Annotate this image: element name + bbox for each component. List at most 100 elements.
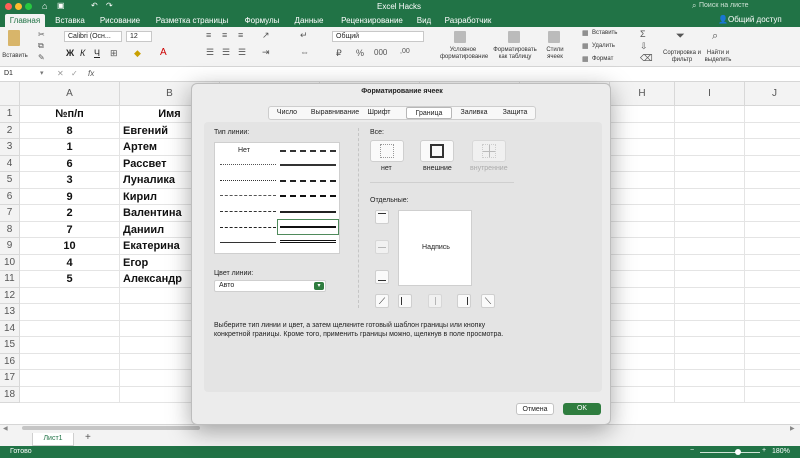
line-style-dash-dot[interactable]: [220, 211, 276, 212]
conditional-format-icon[interactable]: [454, 31, 466, 43]
copy-icon[interactable]: ⧉: [38, 41, 44, 51]
tab-review[interactable]: Рецензирование: [336, 14, 408, 27]
share-button[interactable]: Общий доступ: [728, 15, 782, 24]
cell-styles-icon[interactable]: [548, 31, 560, 43]
header-cell-num[interactable]: №п/п: [20, 106, 120, 123]
empty-cell[interactable]: [610, 304, 675, 321]
column-header-h[interactable]: H: [610, 82, 675, 106]
empty-cell[interactable]: [745, 387, 800, 403]
line-style-dotted[interactable]: [220, 180, 276, 181]
tab-data[interactable]: Данные: [291, 14, 327, 27]
zoom-window-icon[interactable]: [25, 3, 32, 10]
row-header[interactable]: 12: [0, 287, 20, 304]
bold-icon[interactable]: Ж: [66, 48, 74, 58]
line-style-none[interactable]: Нет: [238, 147, 250, 154]
empty-cell[interactable]: [675, 172, 745, 189]
empty-cell[interactable]: [745, 304, 800, 321]
align-bottom-icon[interactable]: ≡: [238, 30, 243, 40]
line-style-medium-dash-dot-dot[interactable]: [280, 180, 336, 182]
name-box-chevron-icon[interactable]: ▾: [40, 69, 44, 77]
formula-input[interactable]: [104, 69, 794, 80]
wrap-text-icon[interactable]: ↵: [300, 30, 308, 41]
empty-cell[interactable]: [745, 337, 800, 354]
line-style-dash-dot-dot[interactable]: [220, 195, 276, 196]
empty-cell[interactable]: [675, 155, 745, 172]
align-middle-icon[interactable]: ≡: [222, 30, 227, 40]
tab-draw[interactable]: Рисование: [96, 14, 144, 27]
line-color-select[interactable]: Авто ▾: [214, 280, 326, 292]
empty-cell[interactable]: [610, 254, 675, 271]
cut-icon[interactable]: ✂: [38, 30, 45, 39]
line-style-medium-dash-dot[interactable]: [280, 164, 336, 166]
zoom-out-icon[interactable]: −: [690, 447, 694, 454]
insert-cells-button[interactable]: Вставить: [592, 30, 617, 36]
line-style-hairline[interactable]: [220, 164, 276, 165]
align-right-icon[interactable]: ☰: [238, 47, 246, 58]
empty-cell[interactable]: [675, 370, 745, 387]
add-sheet-icon[interactable]: +: [85, 432, 91, 443]
clear-icon[interactable]: ⌫: [640, 53, 653, 64]
fill-color-icon[interactable]: ◆: [134, 48, 141, 59]
empty-cell[interactable]: [675, 205, 745, 222]
dialog-tab-border[interactable]: Граница: [406, 107, 452, 119]
row-header[interactable]: 13: [0, 304, 20, 321]
home-icon[interactable]: ⌂: [42, 1, 47, 11]
border-right-button[interactable]: [457, 294, 471, 308]
sheet-tab-1[interactable]: Лист1: [32, 433, 74, 446]
line-style-medium-dashed[interactable]: [280, 150, 336, 152]
format-table-button[interactable]: Форматировать как таблицу: [490, 47, 540, 61]
row-header[interactable]: 2: [0, 122, 20, 139]
empty-cell[interactable]: [675, 353, 745, 370]
paste-button[interactable]: Вставить: [2, 53, 28, 60]
cell-num[interactable]: 4: [20, 254, 120, 271]
empty-cell[interactable]: [610, 353, 675, 370]
redo-icon[interactable]: ↷: [106, 1, 113, 10]
cell-num[interactable]: 9: [20, 188, 120, 205]
dialog-tab-font[interactable]: Шрифт: [364, 107, 394, 119]
preset-none-button[interactable]: [370, 140, 404, 162]
column-header-a[interactable]: A: [20, 82, 120, 106]
delete-cells-button[interactable]: Удалить: [592, 43, 615, 49]
align-left-icon[interactable]: ☰: [206, 47, 214, 58]
empty-cell[interactable]: [745, 189, 800, 205]
empty-cell[interactable]: [675, 122, 745, 139]
find-select-icon[interactable]: ⌕: [712, 30, 718, 43]
empty-cell[interactable]: [745, 255, 800, 271]
close-window-icon[interactable]: [5, 3, 12, 10]
border-diagonal-down-button[interactable]: ⟍: [481, 294, 495, 308]
font-name-select[interactable]: Calibri (Осн...: [64, 31, 122, 42]
empty-cell[interactable]: [745, 205, 800, 222]
cell-num[interactable]: 3: [20, 172, 120, 189]
line-style-picker[interactable]: [214, 142, 340, 254]
zoom-in-icon[interactable]: +: [762, 447, 766, 454]
row-header[interactable]: 8: [0, 221, 20, 238]
italic-icon[interactable]: К: [80, 48, 85, 58]
empty-cell[interactable]: [610, 188, 675, 205]
column-header-j[interactable]: J: [745, 82, 800, 106]
border-diagonal-up-button[interactable]: ⟋: [375, 294, 389, 308]
empty-cell[interactable]: [745, 288, 800, 304]
empty-cell[interactable]: [675, 254, 745, 271]
empty-cell[interactable]: [675, 188, 745, 205]
accounting-icon[interactable]: ₽: [336, 48, 342, 59]
row-header[interactable]: 4: [0, 155, 20, 172]
empty-cell[interactable]: [745, 139, 800, 156]
decimal-icon[interactable]: ,00: [400, 48, 410, 55]
empty-cell[interactable]: [20, 353, 120, 370]
row-header[interactable]: 9: [0, 238, 20, 255]
row-header[interactable]: 15: [0, 337, 20, 354]
empty-cell[interactable]: [745, 271, 800, 288]
cancel-entry-icon[interactable]: ✕: [57, 69, 64, 78]
tab-insert[interactable]: Вставка: [52, 14, 88, 27]
tab-home[interactable]: Главная: [5, 14, 45, 27]
cell-styles-button[interactable]: Стили ячеек: [542, 47, 568, 61]
tab-page-layout[interactable]: Разметка страницы: [152, 14, 232, 27]
align-center-icon[interactable]: ☰: [222, 47, 230, 58]
empty-cell[interactable]: [745, 370, 800, 387]
orientation-icon[interactable]: ↗: [262, 30, 270, 41]
empty-cell[interactable]: [20, 304, 120, 321]
row-header[interactable]: 18: [0, 386, 20, 403]
line-style-thick[interactable]: [280, 226, 336, 228]
empty-cell[interactable]: [610, 122, 675, 139]
empty-cell[interactable]: [675, 337, 745, 354]
